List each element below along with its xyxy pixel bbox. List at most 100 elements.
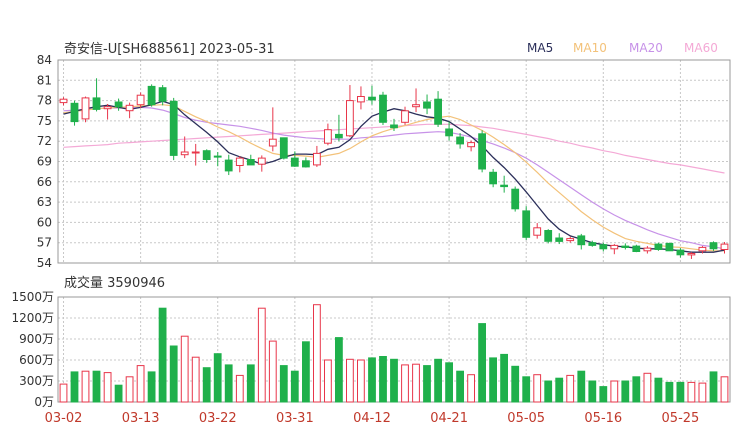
candle <box>577 233 586 250</box>
candle-body <box>445 128 454 137</box>
candle-body <box>467 142 476 148</box>
volume-panel: 1500万 1200万 900万 600万 300万 0万 <box>11 290 731 409</box>
candle-body <box>511 188 520 210</box>
price-tick-label: 57 <box>37 236 52 250</box>
volume-bar <box>213 353 222 403</box>
candle-body <box>621 245 630 249</box>
volume-title: 成交量 3590946 <box>64 275 165 291</box>
candle-body <box>522 210 531 238</box>
candle-body <box>125 104 134 112</box>
candle <box>566 236 575 243</box>
volume-bar <box>158 307 167 403</box>
volume-bar <box>125 376 134 403</box>
candle <box>224 154 233 176</box>
candle-body <box>698 246 707 252</box>
candle <box>522 206 531 240</box>
candle <box>489 168 498 188</box>
volume-bar <box>324 359 332 403</box>
candle-body <box>114 101 123 108</box>
volume-bar <box>456 370 465 403</box>
volume-bar <box>412 363 420 403</box>
candle-body <box>202 150 211 160</box>
candle-body <box>235 157 244 167</box>
candle <box>257 155 266 172</box>
volume-bar <box>500 353 509 403</box>
candle-body <box>357 96 365 103</box>
volume-bar <box>654 377 663 403</box>
legend-ma10: MA10 <box>573 41 607 55</box>
x-tick-label: 04-12 <box>353 411 391 426</box>
candle <box>467 140 476 152</box>
candle <box>92 78 101 112</box>
candle <box>423 94 431 115</box>
ma-legend: MA5 MA10 MA20 MA60 <box>527 41 718 55</box>
candle <box>279 137 288 160</box>
candle-body <box>632 245 641 253</box>
volume-bar <box>335 337 343 403</box>
candle-body <box>290 157 299 167</box>
candle <box>555 233 564 245</box>
candle <box>147 84 156 107</box>
price-tick-label: 54 <box>37 256 52 270</box>
candle-body <box>687 253 696 256</box>
volume-tick-label: 1500万 <box>11 290 54 304</box>
volume-bar <box>103 372 112 403</box>
volume-bar <box>522 376 531 403</box>
candle-body <box>313 152 321 166</box>
volume-bar <box>224 364 233 403</box>
candle-body <box>213 155 222 158</box>
candle <box>434 91 443 127</box>
candle <box>720 242 729 254</box>
volume-bar <box>379 356 387 403</box>
price-tick-label: 78 <box>37 94 52 108</box>
candle <box>169 97 178 161</box>
candle-body <box>676 249 685 256</box>
volume-bar <box>401 364 409 403</box>
candle <box>59 97 68 106</box>
legend-ma5: MA5 <box>527 41 553 55</box>
candle <box>401 106 409 125</box>
legend-ma20: MA20 <box>629 41 663 55</box>
candle <box>632 244 641 253</box>
candle <box>500 175 509 193</box>
candle <box>313 145 321 167</box>
volume-bar <box>698 382 707 403</box>
volume-bar <box>357 359 365 403</box>
volume-bar <box>478 323 487 403</box>
volume-bar <box>687 381 696 403</box>
candle-body <box>324 129 332 144</box>
candle-body <box>555 237 564 242</box>
volume-bar <box>346 358 354 403</box>
candle <box>191 143 200 166</box>
volume-bar <box>235 374 244 403</box>
price-tick-label: 81 <box>37 73 52 87</box>
volume-bar <box>533 374 542 403</box>
price-tick-label: 84 <box>37 53 52 67</box>
volume-bar <box>665 381 674 403</box>
volume-bar <box>632 376 641 403</box>
candle-body <box>70 102 79 123</box>
candle-body <box>709 242 718 250</box>
candle <box>368 85 376 105</box>
volume-bar <box>302 341 310 403</box>
volume-bar <box>599 386 608 403</box>
chart-title: 奇安信-U[SH688561] 2023-05-31 <box>64 41 275 57</box>
candle-body <box>59 98 68 104</box>
volume-bar <box>191 356 200 403</box>
candle <box>213 152 222 167</box>
candle-body <box>599 244 608 250</box>
candle <box>665 242 674 252</box>
volume-bar <box>434 358 443 403</box>
candle-body <box>610 244 619 250</box>
candle-body <box>489 171 498 185</box>
volume-tick-label: 900万 <box>19 332 54 346</box>
volume-bar <box>92 370 101 403</box>
volume-bar <box>643 372 652 403</box>
candle <box>346 85 354 138</box>
candle <box>687 252 696 259</box>
volume-bar <box>202 367 211 403</box>
volume-bar <box>489 357 498 403</box>
candle-body <box>302 160 310 168</box>
volume-bar <box>390 358 398 403</box>
volume-bar <box>70 371 79 403</box>
